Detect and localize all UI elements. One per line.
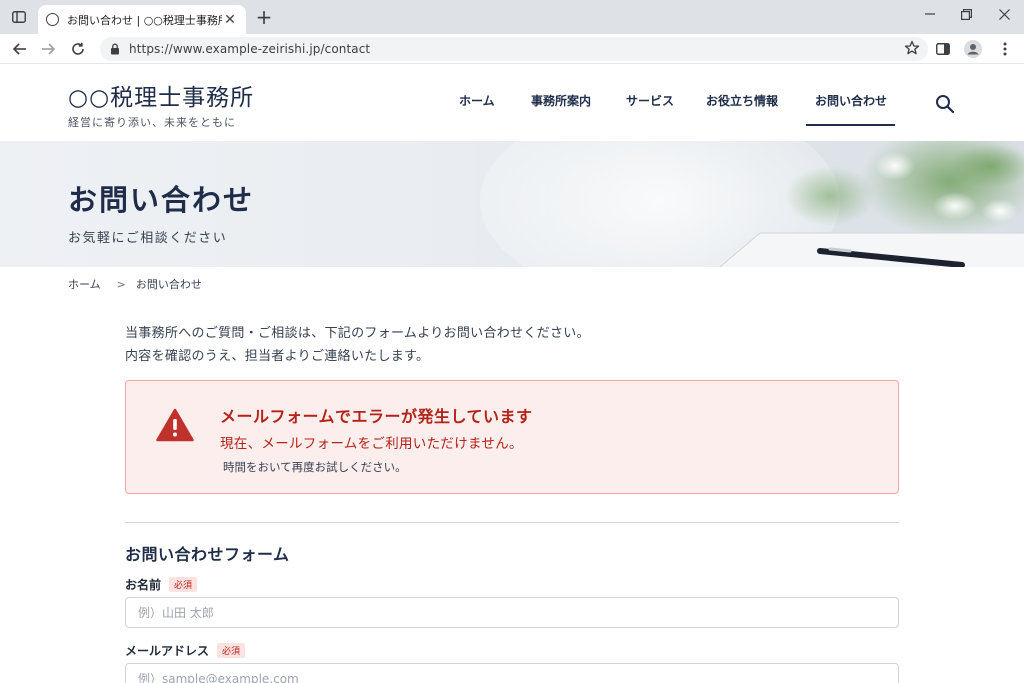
- email-field-label: メールアドレス 必須: [125, 642, 246, 659]
- nav-contact[interactable]: お問い合わせ: [815, 92, 887, 109]
- intro-line-2: 内容を確認のうえ、担当者よりご連絡いたします。: [125, 349, 430, 364]
- required-badge: 必須: [169, 577, 198, 592]
- email-label-text: メールアドレス: [125, 644, 210, 658]
- browser-toolbar: https://www.example-zeirishi.jp/contact: [0, 34, 1024, 64]
- name-field-label: お名前 必須: [125, 576, 198, 593]
- form-title: お問い合わせフォーム: [125, 545, 290, 564]
- restore-icon[interactable]: [953, 4, 979, 24]
- nav-home[interactable]: ホーム: [459, 92, 495, 109]
- tab-title: お問い合わせ | ○○税理士事務所: [67, 13, 222, 27]
- menu-dots-icon[interactable]: [996, 40, 1014, 58]
- browser-tab-active[interactable]: お問い合わせ | ○○税理士事務所 ✕: [38, 5, 246, 34]
- breadcrumb-home[interactable]: ホーム: [68, 276, 101, 292]
- intro-line-1: 当事務所へのご質問・ご相談は、下記のフォームよりお問い合わせください。: [125, 326, 590, 341]
- tab-close-icon[interactable]: ✕: [222, 12, 238, 28]
- nav-useful-info[interactable]: お役立ち情報: [706, 92, 778, 109]
- hero-plant-and-pen-image: [719, 141, 1024, 267]
- url-text: https://www.example-zeirishi.jp/contact: [129, 42, 371, 56]
- required-badge: 必須: [217, 643, 246, 658]
- back-arrow-icon[interactable]: [10, 39, 30, 59]
- name-label-text: お名前: [125, 578, 162, 592]
- address-bar[interactable]: https://www.example-zeirishi.jp/contact: [100, 37, 928, 61]
- intro-text: 当事務所へのご質問・ご相談は、下記のフォームよりお問い合わせください。 内容を確…: [125, 322, 590, 368]
- breadcrumb-separator: >: [116, 277, 126, 291]
- breadcrumb-current: お問い合わせ: [135, 278, 202, 291]
- new-tab-button[interactable]: +: [254, 7, 274, 27]
- side-panel-icon[interactable]: [934, 40, 952, 58]
- minimize-icon[interactable]: [917, 4, 943, 24]
- page-hero: お問い合わせ お気軽にご相談ください: [0, 141, 1024, 267]
- reload-icon[interactable]: [68, 39, 88, 59]
- alert-title: メールフォームでエラーが発生しています: [220, 407, 533, 426]
- warning-icon: [156, 408, 194, 442]
- page-title: お問い合わせ: [68, 183, 255, 217]
- breadcrumb: ホーム > お問い合わせ: [68, 276, 202, 292]
- page-subtitle: お気軽にご相談ください: [68, 231, 228, 246]
- site-header: ○○税理士事務所 経営に寄り添い、未来をともに ホーム 事務所案内 サービス お…: [0, 64, 1024, 141]
- name-input[interactable]: [125, 597, 899, 628]
- section-divider: [125, 522, 899, 523]
- alert-message: 現在、メールフォームをご利用いただけません。: [220, 436, 523, 452]
- nav-services[interactable]: サービス: [626, 92, 674, 109]
- nav-active-indicator: [806, 124, 895, 126]
- window-close-icon[interactable]: [991, 4, 1017, 24]
- alert-note: 時間をおいて再度お試しください。: [223, 460, 407, 474]
- error-alert: メールフォームでエラーが発生しています 現在、メールフォームをご利用いただけませ…: [125, 380, 899, 494]
- nav-about[interactable]: 事務所案内: [531, 92, 591, 109]
- site-tagline: 経営に寄り添い、未来をともに: [68, 116, 236, 129]
- profile-avatar-icon[interactable]: [964, 40, 982, 58]
- site-logo[interactable]: ○○税理士事務所: [68, 78, 254, 112]
- sidebar-toggle-icon[interactable]: [8, 7, 30, 27]
- bookmark-star-icon[interactable]: [904, 40, 920, 60]
- lock-icon: [110, 40, 120, 59]
- page-favicon-icon: [46, 13, 59, 26]
- search-icon[interactable]: [935, 94, 955, 114]
- browser-tab-bar: お問い合わせ | ○○税理士事務所 ✕ +: [0, 0, 1024, 34]
- email-input[interactable]: [125, 663, 899, 683]
- forward-arrow-icon[interactable]: [38, 39, 58, 59]
